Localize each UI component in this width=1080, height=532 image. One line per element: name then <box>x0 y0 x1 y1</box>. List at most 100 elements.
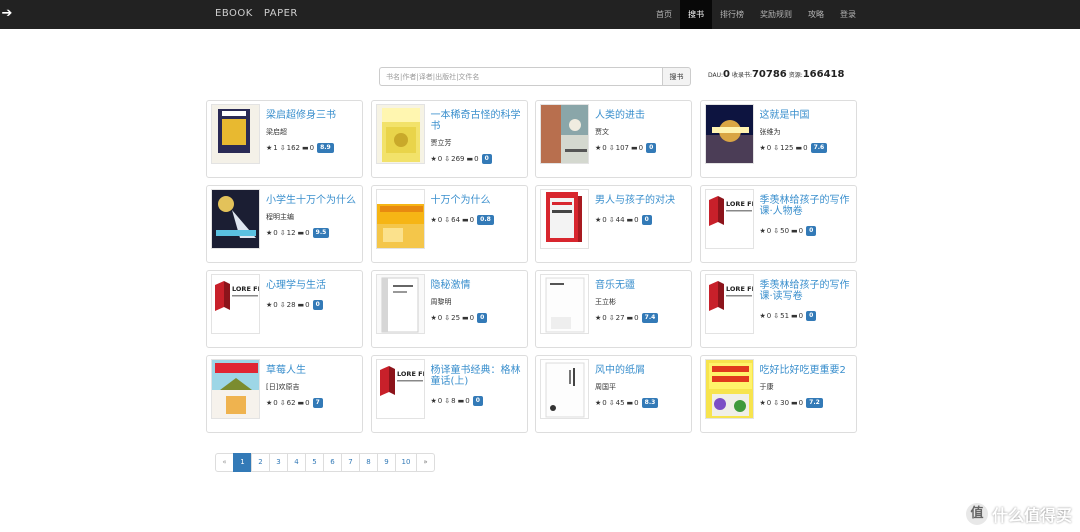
book-cover-image[interactable] <box>540 104 589 164</box>
book-card[interactable]: 人类的进击 贾文 ★ 0 ⇩ 107 ▬ 0 0 <box>535 100 692 178</box>
book-card[interactable]: LORE FREE季羡林给孩子的写作课·人物卷★0⇩50▬00 <box>699 185 857 263</box>
book-title-link[interactable]: 季羡林给孩子的写作课·人物卷 <box>760 195 852 217</box>
like-count: 0 <box>273 301 278 309</box>
book-cover-image[interactable]: LORE FREE <box>375 359 425 419</box>
nav-item-rewards[interactable]: 奖励规则 <box>752 0 800 29</box>
book-cover-image[interactable] <box>211 104 260 164</box>
book-title-link[interactable]: 一本稀奇古怪的科学书 <box>431 110 523 132</box>
book-cover-image[interactable]: LORE FREE <box>211 274 260 334</box>
book-title-link[interactable]: 人类的进击 <box>595 110 687 121</box>
pagination-page[interactable]: 5 <box>305 453 324 472</box>
book-cover-image[interactable] <box>540 359 589 419</box>
book-info: 季羡林给孩子的写作课·人物卷 ★ 0 ⇩ 50 ▬ 0 0 <box>760 195 852 236</box>
book-cover-image[interactable] <box>375 189 425 249</box>
score-badge: 0 <box>477 313 488 323</box>
pagination-prev[interactable]: « <box>215 453 234 472</box>
download-count: 50 <box>780 227 790 235</box>
book-cover-image[interactable] <box>375 274 425 334</box>
book-card[interactable]: 隐秘激情 周黎明 ★ 0 ⇩ 25 ▬ 0 0 <box>370 270 528 348</box>
book-cover-image[interactable] <box>540 189 589 249</box>
book-title-link[interactable]: 男人与孩子的对决 <box>595 195 687 206</box>
brand-logo[interactable]: EBOOK PAPER <box>215 8 298 19</box>
nav-item-ranking[interactable]: 排行榜 <box>712 0 752 29</box>
watermark-logo: 值 <box>965 503 988 525</box>
pagination: «1 2 3 4 5 6 7 8 9 10» <box>215 453 435 472</box>
like-count: 0 <box>602 399 607 407</box>
search-input[interactable] <box>379 67 662 86</box>
book-card[interactable]: 男人与孩子的对决 ★ 0 ⇩ 44 ▬ 0 0 <box>535 185 692 263</box>
book-title-link[interactable]: 吃好比好吃更重要2 <box>760 365 852 376</box>
pagination-page[interactable]: 4 <box>287 453 306 472</box>
book-info: 音乐无疆 王立彬 ★ 0 ⇩ 27 ▬ 0 7.4 <box>595 280 687 323</box>
nav-item-login[interactable]: 登录 <box>832 0 864 29</box>
book-title-link[interactable]: 风中的纸屑 <box>595 365 687 376</box>
comment-count: 0 <box>798 312 804 320</box>
nav-item-search[interactable]: 搜书 <box>680 0 712 29</box>
book-title-link[interactable]: 梁启超修身三书 <box>266 110 358 121</box>
book-title-link[interactable]: 心理学与生活 <box>266 280 358 291</box>
book-card[interactable]: LORE FREE 季羡林给孩子的写作课·读写卷 ★0⇩51▬00 <box>699 270 857 348</box>
book-title-link[interactable]: 音乐无疆 <box>595 280 687 291</box>
book-cover-image[interactable]: LORE FREE <box>704 189 754 249</box>
book-cover-image[interactable] <box>211 359 260 419</box>
book-meta: ★ 0 ⇩ 107 ▬ 0 0 <box>595 143 687 153</box>
book-title-link[interactable]: 杨译童书经典：格林童话(上) <box>431 365 523 387</box>
book-cover-image[interactable] <box>375 104 425 164</box>
pagination-page[interactable]: 10 <box>395 453 417 472</box>
book-info: 梁启超修身三书 梁启超 ★ 1 ⇩ 162 ▬ 0 8.9 <box>266 110 358 153</box>
book-card[interactable]: 十万个为什么 ★ 0 ⇩ 64 ▬ 0 0.8 <box>370 185 528 263</box>
book-card[interactable]: 音乐无疆 王立彬 ★ 0 ⇩ 27 ▬ 0 7.4 <box>535 270 692 348</box>
download-count: 25 <box>451 314 461 322</box>
book-card[interactable]: 一本稀奇古怪的科学书 贾立芳 ★ 0 ⇩ 269 ▬ 0 0 <box>370 100 528 178</box>
comment-count: 0 <box>305 399 310 407</box>
download-icon: ⇩ <box>279 301 286 309</box>
book-info: 心理学与生活 ★ 0 ⇩ 28 ▬ 0 0 <box>266 280 358 310</box>
book-title-link[interactable]: 十万个为什么 <box>431 195 523 206</box>
comment-icon: ▬ <box>626 399 634 407</box>
pagination-next[interactable]: » <box>416 453 435 472</box>
arrow-right-icon[interactable]: ➔ <box>0 5 14 23</box>
pagination-page[interactable]: 8 <box>359 453 378 472</box>
book-card[interactable]: 这就是中国 张维为 ★ 0 ⇩ 125 ▬ 0 7.6 <box>699 100 857 178</box>
book-cover-image[interactable] <box>540 274 589 334</box>
like-count: 0 <box>273 229 278 237</box>
book-card[interactable]: LORE FREE心理学与生活★0⇩28▬00 <box>206 270 363 348</box>
book-title-link[interactable]: 季羡林给孩子的写作课·读写卷 <box>760 280 852 302</box>
score-badge: 7.6 <box>810 143 828 153</box>
comment-icon: ▬ <box>457 397 465 405</box>
download-icon: ⇩ <box>608 216 615 224</box>
comment-icon: ▬ <box>297 301 305 309</box>
book-author: 张维为 <box>759 128 781 136</box>
book-cover-image[interactable]: LORE FREE <box>704 274 754 334</box>
pagination-page[interactable]: 3 <box>269 453 288 472</box>
book-card[interactable]: 风中的纸屑 周国平 ★ 0 ⇩ 45 ▬ 0 8.3 <box>535 355 692 433</box>
comment-count: 0 <box>634 216 639 224</box>
comment-count: 0 <box>469 314 475 322</box>
pagination-page[interactable]: 9 <box>377 453 396 472</box>
nav-item-guide[interactable]: 攻略 <box>800 0 832 29</box>
book-card[interactable]: LORE FREE杨译童书经典：格林童话(上)★0⇩8▬00 <box>370 355 528 433</box>
book-title-link[interactable]: 隐秘激情 <box>431 280 523 291</box>
book-card[interactable]: 草莓人生 [日]欢原吉 ★ 0 ⇩ 62 ▬ 0 7 <box>206 355 363 433</box>
book-cover-image[interactable] <box>704 359 754 419</box>
book-title-link[interactable]: 这就是中国 <box>760 110 852 121</box>
book-author: 王立彬 <box>595 298 616 306</box>
pagination-page[interactable]: 7 <box>341 453 360 472</box>
book-title-link[interactable]: 小学生十万个为什么 <box>266 195 358 206</box>
book-cover-image[interactable] <box>211 189 260 249</box>
pagination-page[interactable]: 1 <box>233 453 252 472</box>
pagination-page[interactable]: 2 <box>251 453 270 472</box>
book-meta: ★ 0 ⇩ 51 ▬ 0 0 <box>760 311 852 321</box>
book-card[interactable]: 吃好比好吃更重要2 于康 ★ 0 ⇩ 30 ▬ 0 7.2 <box>699 355 857 433</box>
book-title-link[interactable]: 草莓人生 <box>266 365 358 376</box>
book-card[interactable]: 梁启超修身三书 梁启超 ★ 1 ⇩ 162 ▬ 0 8.9 <box>206 100 363 178</box>
book-cover-image[interactable] <box>704 104 754 164</box>
book-author: 贾立芳 <box>430 139 452 147</box>
book-info: 季羡林给孩子的写作课·读写卷 ★ 0 ⇩ 51 ▬ 0 0 <box>760 280 852 321</box>
nav-item-home[interactable]: 首页 <box>648 0 680 29</box>
comment-count: 0 <box>634 314 639 322</box>
book-card[interactable]: 小学生十万个为什么 程明主编 ★ 0 ⇩ 12 ▬ 0 9.5 <box>206 185 363 263</box>
pagination-page[interactable]: 6 <box>323 453 342 472</box>
score-badge: 9.5 <box>312 228 330 238</box>
search-button[interactable]: 搜书 <box>662 67 691 86</box>
